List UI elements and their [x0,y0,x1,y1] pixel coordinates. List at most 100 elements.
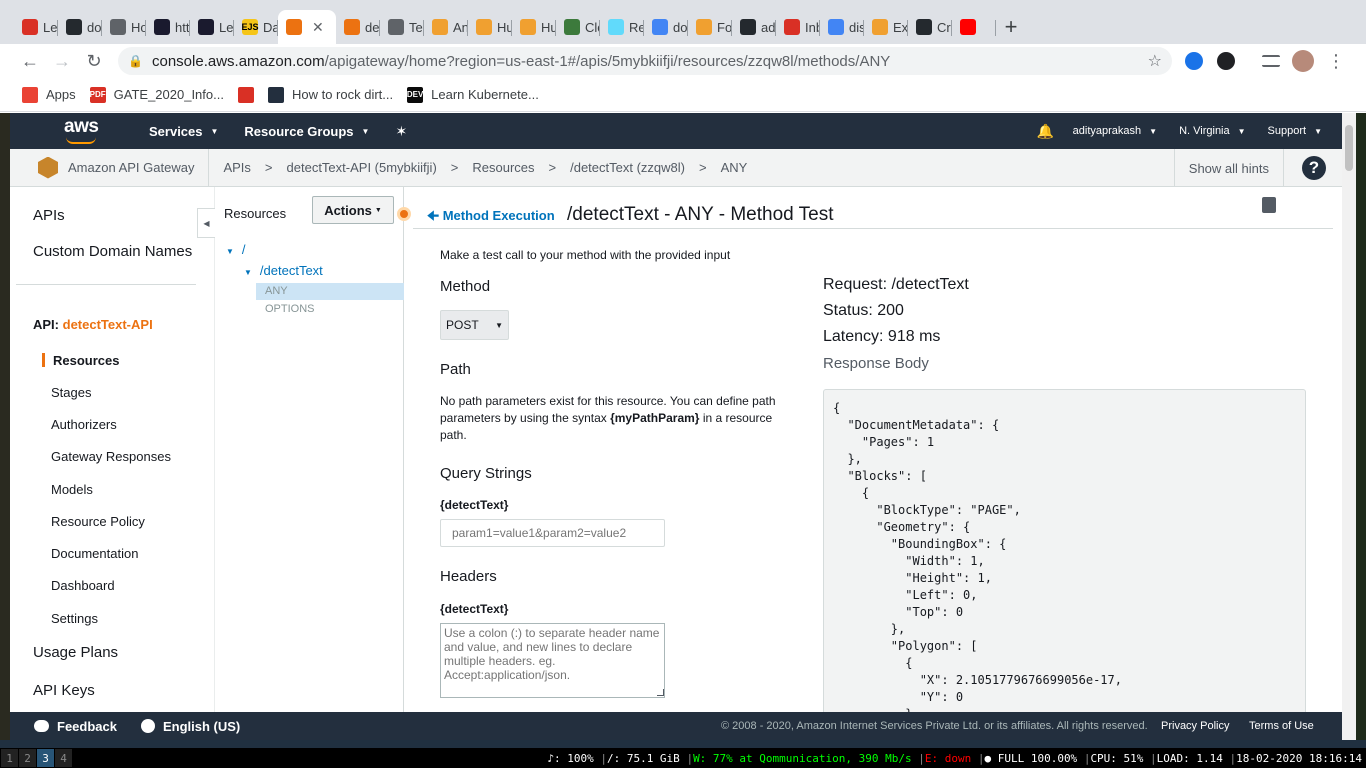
browser-tab[interactable]: Tex [380,10,424,44]
expand-triangle-icon[interactable]: ▼ [244,268,252,277]
browser-tab[interactable]: Lea [190,10,234,44]
sidebar-api-heading[interactable]: API: detectText-API [33,317,153,332]
browser-tab[interactable]: EJS Da [234,10,278,44]
response-body[interactable]: { "DocumentMetadata": { "Pages": 1 }, "B… [823,389,1306,719]
browser-tab[interactable]: do [58,10,102,44]
breadcrumb-item[interactable]: APIs [223,160,250,175]
browser-tab[interactable]: Ho [102,10,146,44]
show-hints-button[interactable]: Show all hints [1173,149,1284,187]
privacy-policy-link[interactable]: Privacy Policy [1161,720,1229,732]
browser-tab[interactable]: For [688,10,732,44]
feedback-button[interactable]: Feedback [34,719,117,734]
query-strings-input[interactable] [440,519,665,547]
extension-1-icon[interactable] [1185,52,1203,70]
tab-favicon-icon [154,19,170,35]
tab-favicon-icon: EJS [242,19,259,35]
forward-icon[interactable]: → [46,45,78,77]
bookmark-item[interactable]: DEV Learn Kubernete... [407,86,539,103]
browser-tab[interactable] [952,10,996,44]
browser-tab[interactable]: Re [600,10,644,44]
region-menu[interactable]: N. Virginia ▼ [1179,125,1245,137]
page-scrollbar[interactable] [1342,113,1356,740]
bookmark-star-icon[interactable]: ☆ [1148,51,1162,71]
browser-tab[interactable]: An [424,10,468,44]
reload-icon[interactable]: ↻ [78,45,110,77]
profile-avatar[interactable] [1292,50,1314,72]
resize-handle-icon[interactable] [657,689,664,696]
workspace-3[interactable]: 3 [37,749,54,767]
account-menu[interactable]: adityaprakash ▼ [1073,125,1157,137]
aws-logo[interactable]: aws [64,116,100,144]
language-selector[interactable]: English (US) [140,719,240,734]
sidebar-item-resource-policy[interactable]: Resource Policy [51,514,145,529]
browser-tab[interactable]: dis [820,10,864,44]
breadcrumb-item[interactable]: ANY [721,160,748,175]
sidebar-item-dashboard[interactable]: Dashboard [51,578,115,593]
support-menu[interactable]: Support ▼ [1268,125,1322,137]
support-label: Support [1267,125,1307,137]
breadcrumb-item[interactable]: detectText-API (5mybkiifji) [287,160,437,175]
bookmark-item[interactable]: PDF GATE_2020_Info... [89,86,224,103]
browser-tab[interactable]: Clo [556,10,600,44]
back-icon[interactable]: ← [14,45,46,77]
expand-triangle-icon[interactable]: ▼ [226,247,234,256]
breadcrumb-separator: > [548,160,557,175]
scrollbar-thumb[interactable] [1345,125,1353,171]
sidebar-item-authorizers[interactable]: Authorizers [51,417,117,432]
browser-menu-icon[interactable]: ⋮ [1320,45,1352,77]
chevron-down-icon: ▼ [495,320,503,330]
tree-method-any[interactable]: ANY [256,283,404,300]
new-tab-button[interactable]: + [996,10,1026,44]
tree-node-detecttext[interactable]: ▼ /detectText [244,263,323,278]
workspace-4[interactable]: 4 [55,749,72,767]
help-icon[interactable]: ? [1302,156,1326,180]
collapse-sidebar-button[interactable]: ◀ [197,208,215,238]
terms-of-use-link[interactable]: Terms of Use [1249,720,1314,732]
documentation-book-icon[interactable] [1262,197,1276,213]
browser-tab[interactable]: Lea [14,10,58,44]
workspace-2[interactable]: 2 [19,749,36,767]
bookmark-item[interactable] [237,86,254,103]
tab-close-icon[interactable]: ✕ [312,19,324,36]
browser-tab[interactable]: Hu [512,10,556,44]
sidebar-item-custom-domains[interactable]: Custom Domain Names [33,243,192,260]
tree-node-root[interactable]: ▼ / [226,242,246,257]
browser-tab[interactable]: de [336,10,380,44]
breadcrumb-item[interactable]: Resources [472,160,534,175]
sidebar-item-models[interactable]: Models [51,482,93,497]
sidebar-item-settings[interactable]: Settings [51,611,98,626]
sidebar-item-apis[interactable]: APIs [33,207,65,224]
bookmark-item[interactable]: Apps [22,86,76,103]
sidebar-item-gateway-responses[interactable]: Gateway Responses [51,449,171,464]
workspace-switcher: 1234 [0,749,72,767]
sidebar-item-resources[interactable]: Resources [53,353,119,368]
extension-2-icon[interactable] [1217,52,1235,70]
browser-tab[interactable]: Hu [468,10,512,44]
sidebar-item-documentation[interactable]: Documentation [51,546,138,561]
browser-tab[interactable]: ✕ [278,10,336,44]
sidebar-item-usage-plans[interactable]: Usage Plans [33,644,118,661]
sidebar-item-stages[interactable]: Stages [51,385,91,400]
breadcrumb-item[interactable]: /detectText (zzqw8l) [570,160,685,175]
browser-tab[interactable]: ad [732,10,776,44]
method-execution-link[interactable]: 🠈 Method Execution [427,207,555,229]
method-select[interactable]: POST ▼ [440,310,509,340]
workspace-1[interactable]: 1 [1,749,18,767]
browser-tab[interactable]: Cre [908,10,952,44]
resource-groups-menu[interactable]: Resource Groups ▼ [244,124,369,139]
address-bar[interactable]: 🔒 console.aws.amazon.com/apigateway/home… [118,47,1172,75]
tree-method-options[interactable]: OPTIONS [265,303,315,315]
pin-icon[interactable]: ✶ [395,123,407,140]
bookmark-item[interactable]: How to rock dirt... [267,86,393,103]
browser-tab[interactable]: do [644,10,688,44]
services-menu[interactable]: Services ▼ [149,124,218,139]
actions-dropdown[interactable]: Actions ▼ [312,196,394,224]
sidebar-item-api-keys[interactable]: API Keys [33,682,95,699]
media-control-icon[interactable] [1262,55,1280,67]
service-home-link[interactable]: Amazon API Gateway [10,148,210,187]
browser-tab[interactable]: Inb [776,10,820,44]
browser-tab[interactable]: htt [146,10,190,44]
browser-tab[interactable]: Exp [864,10,908,44]
bell-icon[interactable]: 🔔 [1037,123,1054,140]
headers-textarea[interactable] [440,623,665,698]
